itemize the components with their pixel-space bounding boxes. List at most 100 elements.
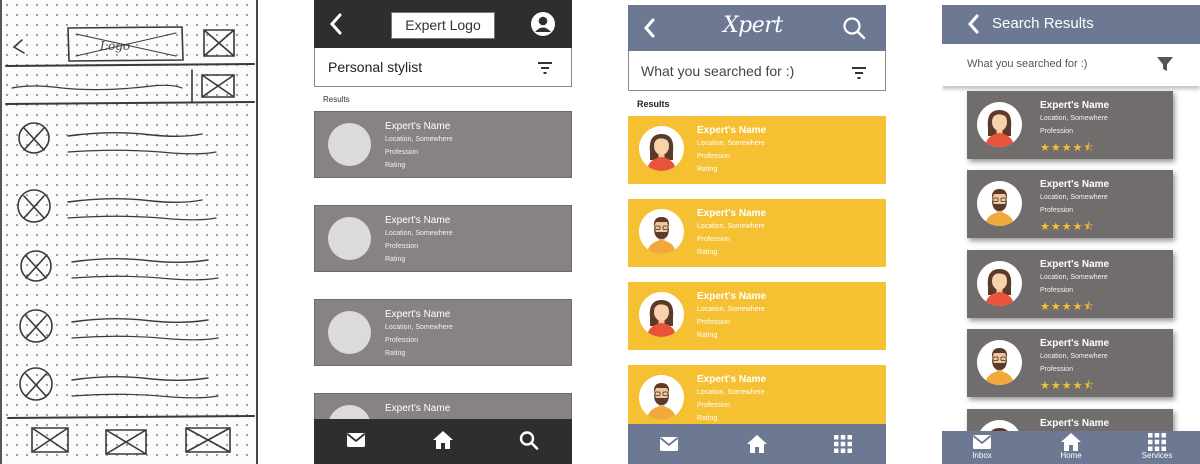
- bottom-nav: [628, 424, 886, 464]
- expert-name: Expert's Name: [697, 291, 767, 302]
- filter-icon[interactable]: [851, 66, 867, 80]
- sketch-result-2: [17, 189, 217, 223]
- female-avatar-icon: [639, 126, 684, 171]
- expert-name: Expert's Name: [1040, 259, 1110, 270]
- expert-name: Expert's Name: [1040, 179, 1110, 190]
- bottom-nav: [314, 419, 572, 464]
- home-icon: [1061, 433, 1081, 451]
- expert-location: Location, Somewhere: [697, 306, 765, 313]
- expert-profession: Profession: [385, 149, 419, 156]
- expert-name: Expert's Name: [697, 208, 767, 219]
- mail-icon[interactable]: [659, 434, 679, 454]
- result-card[interactable]: Expert's Name Location, Somewhere Profes…: [628, 365, 886, 433]
- result-card[interactable]: Expert's Name Location, Somewhere Profes…: [967, 91, 1173, 159]
- result-card[interactable]: Expert's Name Location, Somewhere Profes…: [628, 282, 886, 350]
- nav-inbox[interactable]: Inbox: [952, 433, 1012, 460]
- search-results-screen: Search Results What you searched for :) …: [942, 0, 1200, 464]
- filter-funnel-icon[interactable]: [1156, 55, 1174, 73]
- expert-profession: Profession: [697, 319, 731, 326]
- sketch-back-icon: [12, 39, 25, 54]
- female-avatar-icon: [977, 102, 1022, 147]
- app-logo: Xpert: [723, 13, 783, 38]
- grid-menu-icon[interactable]: [833, 434, 853, 454]
- mail-icon[interactable]: [345, 430, 367, 450]
- search-icon[interactable]: [842, 16, 866, 40]
- sketch-result-1: [18, 122, 217, 155]
- expert-location: Location, Somewhere: [1040, 115, 1108, 122]
- star-rating: ★★★★⯪: [1040, 300, 1095, 313]
- back-arrow-icon[interactable]: [324, 10, 348, 38]
- expert-profession: Profession: [697, 236, 731, 243]
- expert-name: Expert's Name: [385, 121, 451, 132]
- expert-location: Location, Somewhere: [385, 230, 453, 237]
- app-header: Expert Logo: [314, 0, 572, 48]
- expert-location: Location, Somewhere: [385, 324, 453, 331]
- expert-profession: Profession: [1040, 366, 1074, 373]
- expert-name: Expert's Name: [385, 309, 451, 320]
- search-query[interactable]: Personal stylist: [328, 59, 422, 75]
- result-card[interactable]: Expert's Name Location, Somewhere Profes…: [314, 299, 572, 366]
- expert-location: Location, Somewhere: [1040, 353, 1108, 360]
- nav-inbox-label: Inbox: [972, 451, 992, 460]
- sketch-nav-box-2: [105, 429, 147, 455]
- expert-location: Location, Somewhere: [697, 223, 765, 230]
- home-icon[interactable]: [432, 430, 454, 450]
- sketch-drawing: Logo: [5, 26, 255, 455]
- avatar-placeholder: [328, 311, 371, 354]
- expert-name: Expert's Name: [697, 125, 767, 136]
- result-card[interactable]: Expert's Name Location, Somewhere Profes…: [314, 205, 572, 272]
- expert-profession: Profession: [697, 402, 731, 409]
- expert-rating: Rating: [385, 256, 406, 263]
- profile-icon[interactable]: [530, 11, 556, 37]
- female-avatar-icon: [639, 292, 684, 337]
- expert-location: Location, Somewhere: [697, 140, 765, 147]
- star-rating: ★★★★⯪: [1040, 141, 1095, 154]
- result-card[interactable]: Expert's Name Location, Somewhere Profes…: [314, 111, 572, 178]
- app-header: Xpert: [628, 5, 886, 51]
- expert-rating: Rating: [385, 162, 406, 169]
- expert-rating: Rating: [697, 166, 718, 173]
- expert-name: Expert's Name: [1040, 418, 1110, 429]
- result-card[interactable]: Expert's Name Location, Somewhere Profes…: [967, 170, 1173, 238]
- back-arrow-icon[interactable]: [641, 17, 657, 39]
- search-bar[interactable]: Personal stylist: [314, 48, 572, 87]
- app-header: Search Results: [942, 5, 1200, 44]
- male-avatar-icon: [977, 340, 1022, 385]
- sketch-nav-box-3: [185, 427, 231, 453]
- result-card[interactable]: Expert's Name Location, Somewhere Profes…: [967, 329, 1173, 397]
- filter-icon[interactable]: [537, 61, 553, 75]
- sketch-wireframe: Logo: [0, 0, 258, 464]
- expert-rating: Rating: [697, 415, 718, 422]
- expert-profession: Profession: [697, 153, 731, 160]
- inbox-icon: [972, 435, 992, 449]
- expert-name: Expert's Name: [697, 374, 767, 385]
- search-query[interactable]: What you searched for :): [967, 58, 1087, 70]
- back-arrow-icon[interactable]: [966, 14, 980, 34]
- search-bar[interactable]: What you searched for :): [628, 51, 886, 91]
- result-card[interactable]: Expert's Name Location, Somewhere Profes…: [967, 250, 1173, 318]
- grid-menu-icon: [1148, 433, 1166, 451]
- expert-profession: Profession: [385, 337, 419, 344]
- result-card[interactable]: Expert's Name Location, Somewhere Profes…: [628, 116, 886, 184]
- expert-profession: Profession: [385, 243, 419, 250]
- expert-name: Expert's Name: [385, 403, 451, 414]
- xpert-results-screen: Xpert What you searched for :) Results E…: [628, 0, 886, 464]
- nav-services[interactable]: Services: [1127, 433, 1187, 460]
- search-icon[interactable]: [518, 430, 540, 450]
- sketch-result-4: [19, 309, 219, 343]
- grey-wireframe-screen: Expert Logo Personal stylist Results Exp…: [314, 0, 572, 464]
- star-rating: ★★★★⯪: [1040, 379, 1095, 392]
- expert-rating: Rating: [385, 350, 406, 357]
- avatar-placeholder: [328, 217, 371, 260]
- home-icon[interactable]: [747, 434, 767, 454]
- sketch-search-box: [203, 29, 235, 57]
- search-query[interactable]: What you searched for :): [641, 63, 794, 79]
- search-bar[interactable]: What you searched for :): [942, 44, 1200, 86]
- expert-profession: Profession: [1040, 287, 1074, 294]
- expert-rating: Rating: [697, 249, 718, 256]
- page-title: Search Results: [992, 15, 1094, 32]
- nav-home[interactable]: Home: [1041, 433, 1101, 460]
- results-label: Results: [637, 99, 670, 109]
- svg-text:Logo: Logo: [99, 39, 130, 53]
- result-card[interactable]: Expert's Name Location, Somewhere Profes…: [628, 199, 886, 267]
